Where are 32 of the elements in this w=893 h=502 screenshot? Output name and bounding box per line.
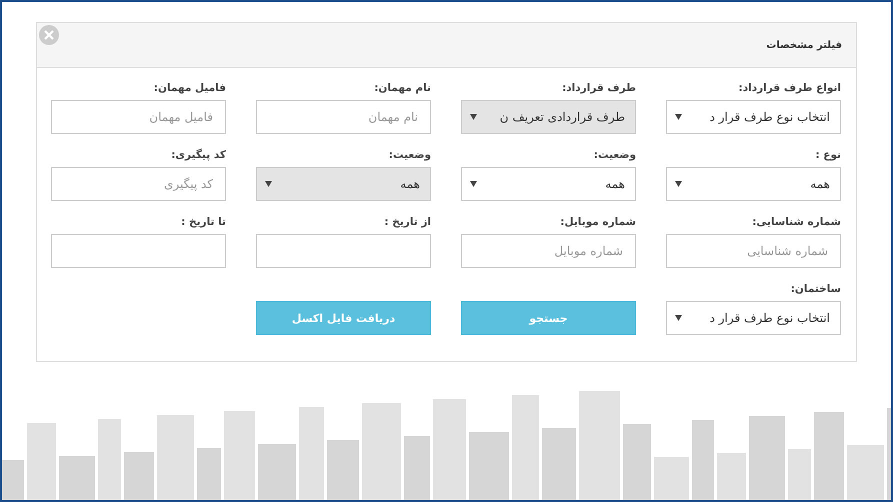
input-field[interactable]	[51, 234, 226, 268]
field-label: تا تاریخ :	[180, 215, 226, 230]
input-field[interactable]: کد پیگیری	[51, 167, 226, 201]
select-field[interactable]: همه	[461, 167, 636, 201]
caret-icon	[470, 181, 477, 187]
field-label: کد پیگیری:	[170, 148, 226, 163]
select-field[interactable]: همه	[666, 167, 841, 201]
caret-icon	[265, 181, 272, 187]
field-label: نوع :	[814, 148, 841, 163]
panel-title: فیلتر مشخصات	[766, 40, 842, 50]
input-field[interactable]	[256, 234, 431, 268]
input-field[interactable]: شماره شناسایی	[666, 234, 841, 268]
input-field[interactable]: شماره موبایل	[461, 234, 636, 268]
field-label: طرف قرارداد:	[561, 81, 636, 96]
field-label: نام مهمان:	[373, 81, 431, 96]
caret-icon	[675, 315, 682, 321]
select-field[interactable]: انتخاب نوع طرف قرار د	[666, 301, 841, 335]
field-label: وضعیت:	[592, 148, 636, 163]
field-label: وضعیت:	[388, 148, 431, 163]
close-icon[interactable]	[39, 25, 59, 45]
field-label: ساختمان:	[790, 282, 841, 297]
field-label: فامیل مهمان:	[152, 81, 226, 96]
input-field[interactable]: فامیل مهمان	[51, 100, 226, 134]
field-label: انواع طرف قرارداد:	[738, 81, 841, 96]
field-label: شماره موبایل:	[559, 215, 636, 230]
select-field[interactable]: انتخاب نوع طرف قرار د	[666, 100, 841, 134]
caret-icon	[675, 114, 682, 120]
caret-icon	[675, 181, 682, 187]
field-label: از تاریخ :	[383, 215, 431, 230]
caret-icon	[470, 114, 477, 120]
field-label: شماره شناسایی:	[751, 215, 841, 230]
input-field[interactable]: نام مهمان	[256, 100, 431, 134]
